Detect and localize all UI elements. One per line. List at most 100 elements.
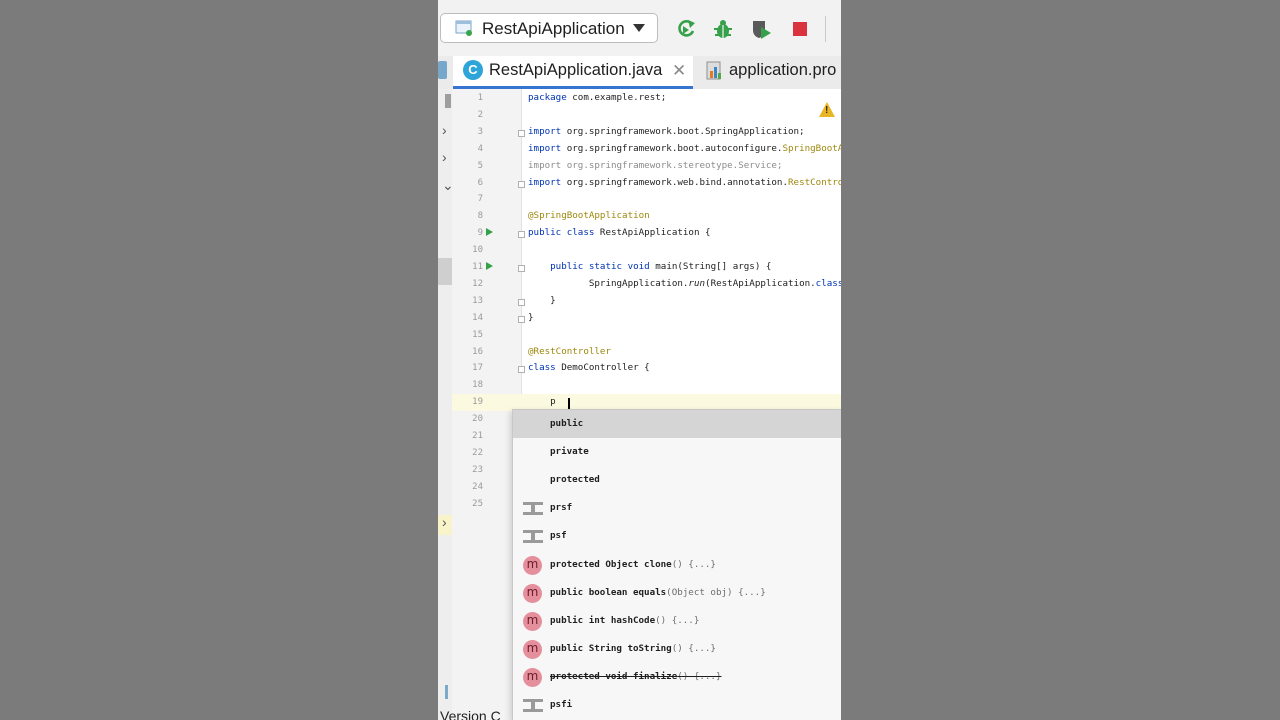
line-number: 18 [472, 380, 483, 391]
line-number: 6 [477, 177, 483, 188]
fold-marker-icon[interactable] [518, 366, 525, 374]
completion-label: psfi [550, 699, 572, 710]
live-template-icon [523, 502, 543, 516]
tab-application-properties[interactable]: application.pro [704, 56, 841, 89]
method-icon: m [523, 611, 542, 631]
code-line[interactable]: 5 import org.springframework.stereotype.S… [452, 158, 841, 175]
code-text: public class RestApiApplication { [528, 227, 711, 238]
line-number: 11 [472, 262, 483, 272]
completion-item[interactable]: private [513, 438, 841, 466]
close-icon[interactable]: ✕ [672, 61, 686, 81]
code-text: p [528, 396, 556, 407]
completion-main-text: psf [550, 530, 567, 542]
code-text: package com.example.rest; [528, 92, 666, 103]
code-token: import [528, 142, 562, 154]
completion-label: prsf [550, 502, 572, 513]
code-line[interactable]: 14} [452, 310, 841, 327]
line-number: 21 [472, 431, 483, 441]
live-template-icon [523, 530, 543, 544]
completion-label: private [550, 446, 589, 457]
completion-main-text: protected void finalize [550, 670, 678, 682]
completion-item[interactable]: prsf [513, 494, 841, 522]
code-text: @SpringBootApplication [528, 210, 650, 221]
completion-main-text: public int hashCode [550, 614, 656, 626]
run-configuration-selector[interactable]: RestApiApplication [440, 13, 658, 43]
project-tool-icon[interactable] [445, 94, 451, 108]
code-line[interactable]: 3 import org.springframework.boot.SpringA… [452, 124, 841, 141]
run-gutter-icon[interactable] [486, 228, 493, 237]
completion-item[interactable]: psfi [513, 691, 841, 719]
completion-label: protected [550, 474, 600, 485]
completion-hint-text: () {...} [671, 558, 716, 570]
tab-label: RestApiApplication.java [489, 61, 663, 79]
code-line[interactable]: 15 [452, 327, 841, 344]
completion-item[interactable]: m public String toString() {...} [513, 635, 841, 663]
rerun-icon[interactable] [675, 18, 697, 40]
fold-marker-icon[interactable] [518, 129, 525, 137]
code-token: import org.springframework.stereotype.Se… [528, 159, 783, 171]
completion-label: protected Object clone() {...} [550, 559, 716, 570]
code-token: com.example.rest; [566, 92, 667, 103]
code-text: } [528, 312, 534, 323]
fold-marker-icon[interactable] [518, 298, 525, 306]
method-icon: m [523, 667, 542, 687]
tab-restapiapplication-java[interactable]: C RestApiApplication.java ✕ [453, 56, 693, 90]
ide-window: RestApiApplication C RestApiApplication.… [438, 0, 841, 720]
code-token: p [528, 396, 556, 408]
code-line[interactable]: 13 } [452, 293, 841, 310]
chevron-right-icon[interactable]: › [442, 122, 447, 138]
line-number: 1 [477, 93, 483, 103]
code-token: main(String[] args) { [649, 261, 772, 272]
chevron-right-icon[interactable]: › [442, 149, 447, 165]
main-toolbar: RestApiApplication [438, 0, 841, 57]
completion-item[interactable]: m protected Object clone() {...} [513, 551, 841, 579]
code-line[interactable]: 12 SpringApplication.run(RestApiApplicat… [452, 276, 841, 293]
code-token: class [528, 362, 556, 374]
code-line[interactable]: 1 package com.example.rest; [452, 90, 841, 107]
fold-marker-icon[interactable] [518, 231, 525, 239]
run-gutter-icon[interactable] [486, 262, 493, 270]
completion-item[interactable]: public [513, 410, 841, 438]
line-number: 3 [477, 126, 483, 137]
fold-marker-icon[interactable] [518, 180, 525, 188]
completion-hint-text: () {...} [655, 614, 700, 626]
tool-window-selected[interactable] [438, 258, 452, 285]
left-tool-strip: › › ⌄ › [438, 89, 454, 720]
code-line[interactable]: 2 [452, 107, 841, 124]
completion-item[interactable]: m public boolean equals(Object obj) {...} [513, 579, 841, 607]
completion-item[interactable]: m protected void finalize() {...} [513, 663, 841, 691]
completion-main-text: private [550, 446, 589, 458]
code-line[interactable]: 10 [452, 242, 841, 259]
fold-marker-icon[interactable] [518, 265, 525, 272]
code-text: SpringApplication.run(RestApiApplication… [528, 278, 841, 289]
line-number: 25 [472, 498, 483, 509]
code-line[interactable]: 4 import org.springframework.boot.autocon… [452, 141, 841, 158]
tab-overflow-icon[interactable] [438, 61, 447, 79]
line-number: 14 [472, 312, 483, 323]
coverage-icon[interactable] [750, 18, 772, 40]
code-text: @RestController [528, 346, 611, 357]
completion-label: public String toString() {...} [550, 643, 716, 654]
stop-icon[interactable] [789, 18, 811, 40]
code-line[interactable]: 18 [452, 377, 841, 394]
version-control-tab[interactable]: Version C [440, 708, 501, 720]
code-line[interactable]: 7 [452, 191, 841, 208]
completion-item[interactable]: m public int hashCode() {...} [513, 607, 841, 635]
line-number: 17 [472, 363, 483, 374]
chevron-right-icon[interactable]: › [442, 514, 447, 530]
code-line[interactable]: 11 public static void main(String[] args… [452, 259, 841, 276]
code-line[interactable]: 8 @SpringBootApplication [452, 208, 841, 225]
completion-main-text: protected Object clone [550, 558, 672, 570]
completion-item[interactable]: protected [513, 466, 841, 494]
fold-marker-icon[interactable] [518, 315, 525, 323]
code-line[interactable]: 16 @RestController [452, 344, 841, 361]
code-line[interactable]: 9 public class RestApiApplication { [452, 225, 841, 242]
code-text: } [528, 295, 556, 306]
code-line[interactable]: 6 import org.springframework.web.bind.ann… [452, 175, 841, 192]
line-number: 20 [472, 414, 483, 425]
code-line[interactable]: 17 class DemoController { [452, 360, 841, 377]
completion-item[interactable]: psf [513, 522, 841, 550]
debug-icon[interactable] [712, 18, 734, 40]
code-token: DemoController { [555, 362, 650, 374]
line-number: 10 [472, 245, 483, 256]
